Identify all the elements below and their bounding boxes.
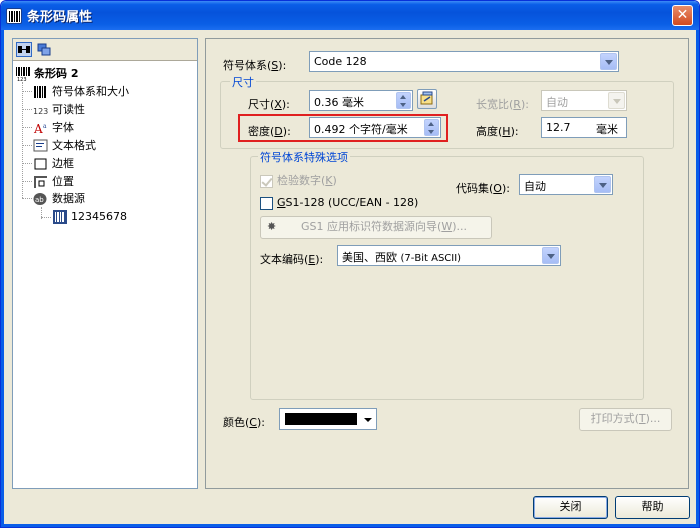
- size-group-title: 尺寸: [230, 74, 256, 90]
- barcode-123-icon: 123: [15, 67, 31, 83]
- tree-item-border[interactable]: 边框: [33, 156, 74, 172]
- close-window-button[interactable]: ✕: [672, 5, 693, 26]
- height-unit: 毫米: [596, 123, 618, 136]
- code-set-select[interactable]: 自动: [519, 174, 613, 195]
- symbology-value: Code 128: [314, 55, 367, 68]
- tree-item-label: 符号体系和大小: [52, 85, 129, 98]
- print-method-button[interactable]: 打印方式(T)...: [579, 408, 672, 431]
- text-encoding-label: 文本编码(E):: [260, 253, 324, 266]
- tree-connector: [22, 127, 32, 128]
- height-value: 12.7: [546, 121, 571, 134]
- tree-connector: [41, 217, 51, 218]
- symbology-select[interactable]: Code 128: [309, 51, 619, 72]
- tree-item-label: 文本格式: [52, 139, 96, 152]
- size-settings-button[interactable]: [417, 89, 437, 109]
- tree-connector: [22, 181, 32, 182]
- pages-toggle-button[interactable]: [36, 42, 52, 57]
- checkbox-icon[interactable]: [260, 174, 273, 188]
- symbology-size-panel: 符号体系(S): Code 128 尺寸 尺寸(X): 0.36 毫米 长宽比(…: [205, 38, 689, 489]
- color-picker[interactable]: [279, 408, 377, 430]
- svg-text:A: A: [33, 122, 43, 135]
- chevron-down-icon[interactable]: [364, 418, 372, 422]
- gs1-wizard-button[interactable]: ✸ GS1 应用标识符数据源向导(W)...: [260, 216, 492, 239]
- data-value-icon: [52, 210, 68, 224]
- spin-up-down-icon[interactable]: [396, 92, 411, 109]
- chevron-down-icon[interactable]: [608, 92, 625, 109]
- size-value: 0.36 毫米: [314, 96, 364, 109]
- svg-text:a: a: [43, 123, 47, 130]
- tree-item-font[interactable]: A a 字体: [33, 120, 74, 136]
- tree-item-position[interactable]: 位置: [33, 174, 74, 190]
- tree-item-label: 边框: [52, 157, 74, 170]
- text-encoding-value: 美国、西欧 (7-Bit ASCII): [342, 251, 462, 264]
- tree-root-barcode[interactable]: 123 条形码 2: [15, 66, 79, 83]
- tree-item-text-format[interactable]: 文本格式: [33, 138, 96, 154]
- barcode-icon: [33, 85, 49, 99]
- text-encoding-select[interactable]: 美国、西欧 (7-Bit ASCII): [337, 245, 561, 266]
- special-options-title: 符号体系特殊选项: [258, 149, 350, 165]
- tree-item-label: 可读性: [52, 103, 85, 116]
- color-label: 颜色(C):: [223, 416, 265, 429]
- tree-item-symbology-size[interactable]: 符号体系和大小: [33, 84, 129, 100]
- aspect-ratio-label: 长宽比(R):: [476, 98, 529, 111]
- tree-item-label: 12345678: [71, 210, 127, 223]
- tree-item-data-value[interactable]: 12345678: [52, 209, 127, 225]
- tree-connector: [22, 91, 32, 92]
- svg-text:123: 123: [33, 107, 48, 116]
- barcode-properties-dialog: 条形码属性 ✕ 123 条形码 2 符号体系和大小 123 可读性 A a 字体…: [0, 0, 700, 528]
- window-frame-right: [696, 30, 699, 527]
- checkbox-icon[interactable]: [260, 196, 273, 210]
- tree-root-label: 条形码 2: [34, 67, 79, 80]
- barcode-view-toggle-button[interactable]: [16, 42, 32, 57]
- data-source-icon: ab: [33, 192, 49, 206]
- tree-connector: [22, 145, 32, 146]
- tree-connector: [22, 163, 32, 164]
- tree-toolbar: [13, 39, 197, 61]
- tree-connector: [22, 109, 32, 110]
- barcode-link-icon: [18, 46, 30, 53]
- size-spinbox[interactable]: 0.36 毫米: [309, 90, 413, 111]
- pages-icon: [37, 43, 51, 56]
- edit-size-icon: [420, 91, 433, 105]
- density-highlight-annotation: [238, 114, 448, 142]
- height-label: 高度(H):: [476, 125, 519, 138]
- close-button[interactable]: 关闭: [533, 496, 608, 519]
- chevron-down-icon[interactable]: [594, 176, 611, 193]
- help-button[interactable]: 帮助: [615, 496, 690, 519]
- tree-item-readability[interactable]: 123 可读性: [33, 102, 85, 118]
- tree-item-label: 位置: [52, 175, 74, 188]
- tree-item-label: 字体: [52, 121, 74, 134]
- chevron-down-icon[interactable]: [600, 53, 617, 70]
- title-bar[interactable]: 条形码属性 ✕: [1, 1, 699, 30]
- code-set-label: 代码集(O):: [456, 182, 510, 195]
- text-format-icon: [33, 139, 49, 153]
- size-label: 尺寸(X):: [248, 98, 290, 111]
- tree-item-data-source[interactable]: ab 数据源: [33, 191, 85, 207]
- symbology-label: 符号体系(S):: [223, 59, 287, 72]
- window-frame-left: [1, 30, 4, 527]
- svg-text:123: 123: [17, 77, 27, 81]
- position-icon: [33, 175, 49, 189]
- code-set-value: 自动: [524, 180, 546, 193]
- chevron-down-icon[interactable]: [542, 247, 559, 264]
- height-input[interactable]: 12.7 毫米: [541, 117, 627, 138]
- window-frame-bottom: [1, 524, 699, 527]
- gs1-128-checkbox[interactable]: GS1-128 (UCC/EAN - 128): [260, 196, 418, 210]
- color-swatch: [285, 413, 357, 425]
- svg-text:ab: ab: [35, 196, 44, 204]
- wizard-wand-icon: ✸: [267, 220, 277, 233]
- aspect-ratio-select[interactable]: 自动: [541, 90, 627, 111]
- check-digit-checkbox[interactable]: 检验数字(K): [260, 172, 337, 188]
- properties-tree-panel: 123 条形码 2 符号体系和大小 123 可读性 A a 字体 文本格式 边框…: [12, 38, 198, 489]
- window-title: 条形码属性: [27, 10, 93, 25]
- barcode-app-icon: [6, 8, 22, 24]
- readability-123-icon: 123: [33, 103, 49, 117]
- tree-item-label: 数据源: [52, 192, 85, 205]
- border-icon: [33, 157, 49, 171]
- tree-connector: [22, 198, 32, 199]
- font-icon: A a: [33, 121, 49, 136]
- aspect-ratio-value: 自动: [546, 96, 568, 109]
